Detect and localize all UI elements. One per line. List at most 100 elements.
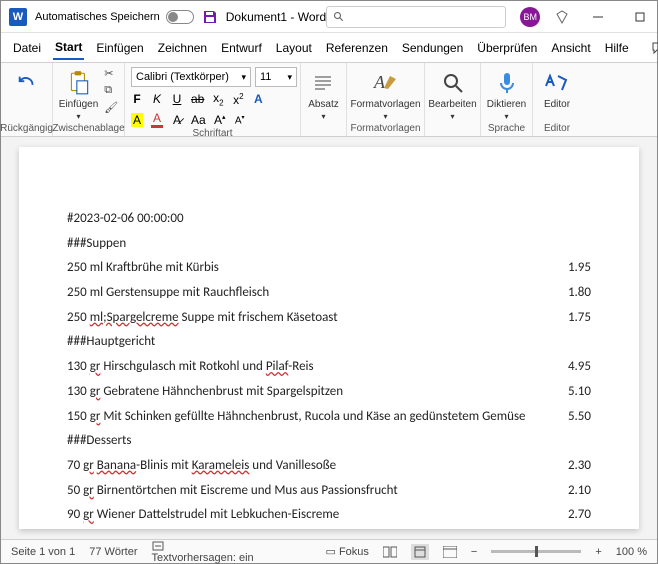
tab-zeichnen[interactable]: Zeichnen [156, 37, 209, 59]
maximize-button[interactable] [626, 7, 654, 27]
grow-font-button[interactable]: A▴ [214, 113, 226, 127]
tab-hilfe[interactable]: Hilfe [603, 37, 631, 59]
chevron-down-icon: ▾ [504, 112, 508, 121]
web-layout-button[interactable] [443, 546, 457, 558]
menu-item-row[interactable]: 90 gr Wiener Dattelstrudel mit Lebkuchen… [67, 503, 591, 528]
font-name-value: Calibri (Textkörper) [136, 71, 229, 83]
word-count[interactable]: 77 Wörter [89, 546, 137, 558]
tab-entwurf[interactable]: Entwurf [219, 37, 264, 59]
diamond-icon[interactable] [554, 9, 570, 25]
chevron-down-icon: ▾ [287, 72, 292, 83]
editor-icon [544, 72, 570, 94]
styles-icon: A [372, 70, 400, 96]
chevron-down-icon: ▾ [77, 112, 81, 121]
menu-item-row[interactable]: 250 ml;Spargelcreme Suppe mit frischem K… [67, 306, 591, 331]
doc-line[interactable]: ###Desserts [67, 429, 591, 454]
search-icon [333, 11, 345, 23]
strike-button[interactable]: ab [191, 92, 204, 106]
menu-item-row[interactable]: 150 gr Mit Schinken gefüllte Hähnchenbru… [67, 405, 591, 430]
font-size-select[interactable]: 11 ▾ [255, 67, 297, 87]
menu-item-row[interactable]: 250 ml Gerstensuppe mit Rauchfleisch1.80 [67, 281, 591, 306]
chevron-down-icon: ▾ [241, 72, 246, 83]
superscript-button[interactable]: x2 [232, 92, 244, 107]
chevron-down-icon: ▾ [383, 112, 387, 121]
paste-label: Einfügen [59, 99, 98, 110]
microphone-icon [497, 71, 517, 95]
tab-ansicht[interactable]: Ansicht [549, 37, 592, 59]
clear-format-button[interactable]: A̷ [171, 113, 183, 127]
tab-sendungen[interactable]: Sendungen [400, 37, 465, 59]
undo-group-label: Rückgängig [0, 123, 53, 134]
styles-button[interactable]: A Formatvorlagen ▾ [350, 67, 420, 121]
tab-layout[interactable]: Layout [274, 37, 314, 59]
font-color-button[interactable]: A [151, 111, 163, 128]
tab-überprüfen[interactable]: Überprüfen [475, 37, 539, 59]
zoom-level[interactable]: 100 % [616, 546, 647, 558]
highlight-button[interactable]: A [131, 113, 143, 127]
editor-label: Editor [544, 99, 570, 110]
paste-button[interactable]: Einfügen ▾ [59, 67, 98, 121]
dictate-label: Diktieren [487, 99, 526, 110]
zoom-out-button[interactable]: − [471, 546, 477, 558]
svg-text:A: A [373, 72, 386, 92]
minimize-button[interactable] [584, 7, 612, 27]
shrink-font-button[interactable]: A▾ [234, 114, 246, 126]
editing-button[interactable]: Bearbeiten ▾ [428, 67, 476, 121]
doc-line[interactable]: ###Hauptgericht [67, 330, 591, 355]
subscript-button[interactable]: x2 [212, 91, 224, 107]
comments-icon[interactable] [651, 40, 658, 56]
underline-button[interactable]: U [171, 92, 183, 106]
editor-group-label: Editor [544, 123, 570, 134]
change-case-button[interactable]: Aa [191, 113, 206, 127]
print-layout-button[interactable] [411, 544, 429, 560]
styles-label: Formatvorlagen [350, 99, 420, 110]
chevron-down-icon: ▾ [450, 112, 454, 121]
autosave-label: Automatisches Speichern [35, 11, 160, 23]
menu-item-row[interactable]: 130 gr Gebratene Hähnchenbrust mit Sparg… [67, 380, 591, 405]
dictate-button[interactable]: Diktieren ▾ [487, 67, 526, 121]
editing-label: Bearbeiten [428, 99, 476, 110]
autosave-control[interactable]: Automatisches Speichern [35, 10, 194, 24]
zoom-in-button[interactable]: + [595, 546, 601, 558]
tab-start[interactable]: Start [53, 36, 84, 60]
word-app-icon: W [9, 8, 27, 26]
paragraph-label: Absatz [308, 99, 339, 110]
tab-datei[interactable]: Datei [11, 37, 43, 59]
italic-button[interactable]: K [151, 92, 163, 106]
chevron-down-icon: ▾ [321, 112, 325, 121]
magnifier-icon [441, 71, 465, 95]
doc-line[interactable]: ###Suppen [67, 232, 591, 257]
clipboard-group-label: Zwischenablage [52, 123, 124, 134]
font-size-value: 11 [260, 71, 271, 83]
tab-referenzen[interactable]: Referenzen [324, 37, 390, 59]
undo-button[interactable] [13, 67, 41, 97]
search-input[interactable] [326, 6, 506, 28]
menu-item-row[interactable]: 70 gr Banana-Blinis mit Karameleis und V… [67, 454, 591, 479]
page-count[interactable]: Seite 1 von 1 [11, 546, 75, 558]
document-title: Dokument1 - Word [226, 10, 326, 24]
save-icon[interactable] [202, 9, 218, 25]
doc-line[interactable]: #2023-02-06 00:00:00 [67, 207, 591, 232]
font-name-select[interactable]: Calibri (Textkörper) ▾ [131, 67, 251, 87]
editor-button[interactable]: Editor [543, 67, 571, 110]
copy-icon[interactable]: ⧉ [104, 84, 118, 97]
read-mode-button[interactable] [383, 546, 397, 558]
styles-group-label: Formatvorlagen [350, 123, 420, 134]
text-effects-button[interactable]: A [252, 92, 264, 106]
document-canvas[interactable]: #2023-02-06 00:00:00###Suppen250 ml Kraf… [1, 137, 657, 539]
focus-mode-button[interactable]: ▭ Fokus [326, 545, 369, 558]
autosave-toggle[interactable] [166, 10, 194, 24]
format-painter-icon[interactable]: 🖌 [104, 101, 118, 114]
menu-item-row[interactable]: 130 gr Hirschgulasch mit Rotkohl und Pil… [67, 355, 591, 380]
menu-item-row[interactable]: 250 ml Kraftbrühe mit Kürbis1.95 [67, 256, 591, 281]
bold-button[interactable]: F [131, 92, 143, 106]
cut-icon[interactable]: ✂ [104, 67, 118, 80]
avatar[interactable]: BM [520, 7, 540, 27]
paragraph-icon [311, 71, 335, 95]
paragraph-button[interactable]: Absatz ▾ [308, 67, 339, 121]
menu-item-row[interactable]: 50 gr Birnentörtchen mit Eiscreme und Mu… [67, 479, 591, 504]
text-predictions-indicator[interactable]: Textvorhersagen: ein [152, 540, 254, 564]
tab-einfügen[interactable]: Einfügen [94, 37, 145, 59]
zoom-slider[interactable] [491, 550, 581, 553]
clipboard-icon [66, 70, 92, 96]
